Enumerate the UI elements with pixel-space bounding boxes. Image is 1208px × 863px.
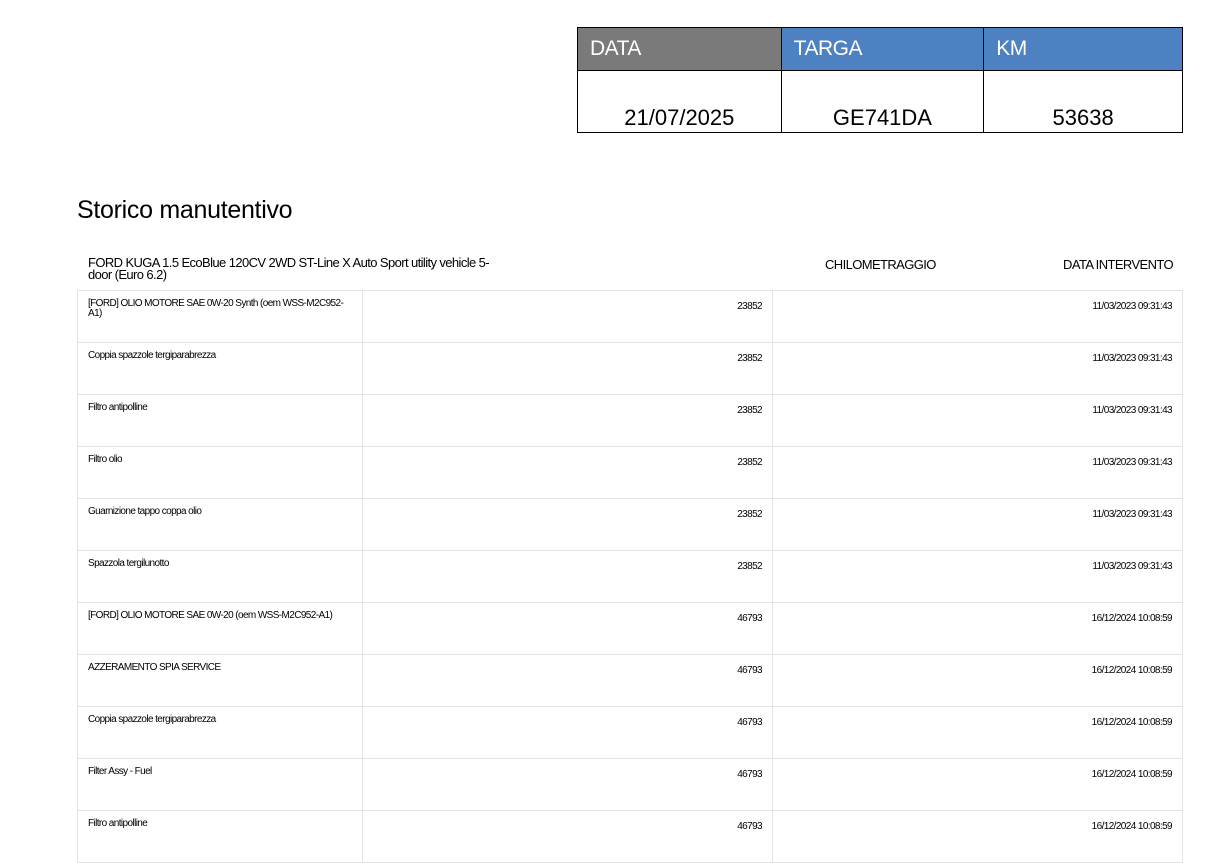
table-row: Coppia spazzole tergiparabrezza 46793 16/1… bbox=[77, 706, 1183, 759]
table-row: Filtro antipolline 23852 11/03/2023 09:31:… bbox=[77, 394, 1183, 447]
table-row: Filtro antipolline 46793 16/12/2024 10:08:… bbox=[77, 810, 1183, 863]
date-value: 21/07/2025 bbox=[577, 70, 782, 133]
km-header: KM bbox=[983, 27, 1183, 71]
vehicle-description: FORD KUGA 1.5 EcoBlue 120CV 2WD ST-Line … bbox=[88, 255, 490, 282]
row-km: 46793 bbox=[362, 602, 773, 655]
plate-value: GE741DA bbox=[780, 70, 985, 133]
row-km: 46793 bbox=[362, 758, 773, 811]
row-date: 16/12/2024 10:08:59 bbox=[772, 602, 1183, 655]
row-km: 23852 bbox=[362, 394, 773, 447]
row-description: Filtro antipolline bbox=[77, 810, 363, 863]
table-row: Filtro olio 23852 11/03/2023 09:31:43 bbox=[77, 446, 1183, 499]
history-header: FORD KUGA 1.5 EcoBlue 120CV 2WD ST-Line … bbox=[77, 255, 1183, 290]
section-title: Storico manutentivo bbox=[77, 196, 293, 224]
row-description: [FORD] OLIO MOTORE SAE 0W-20 Synth (oem … bbox=[77, 290, 363, 343]
row-km: 23852 bbox=[362, 342, 773, 395]
row-km: 23852 bbox=[362, 550, 773, 603]
table-row: Coppia spazzole tergiparabrezza 23852 11/0… bbox=[77, 342, 1183, 395]
table-row: Spazzola tergilunotto 23852 11/03/2023 09:… bbox=[77, 550, 1183, 603]
row-date: 16/12/2024 10:08:59 bbox=[772, 654, 1183, 707]
row-km: 23852 bbox=[362, 498, 773, 551]
row-date: 16/12/2024 10:08:59 bbox=[772, 758, 1183, 811]
history-table: [FORD] OLIO MOTORE SAE 0W-20 Synth (oem … bbox=[77, 290, 1183, 863]
row-description: Coppia spazzole tergiparabrezza bbox=[77, 706, 363, 759]
row-km: 46793 bbox=[362, 706, 773, 759]
summary-table: DATA TARGA KM 21/07/2025 GE741DA 53638 bbox=[577, 27, 1183, 133]
table-row: [FORD] OLIO MOTORE SAE 0W-20 Synth (oem … bbox=[77, 290, 1183, 343]
row-km: 23852 bbox=[362, 446, 773, 499]
table-row: Guarnizione tappo coppa olio 23852 11/03/2… bbox=[77, 498, 1183, 551]
row-description: Spazzola tergilunotto bbox=[77, 550, 363, 603]
row-description: Filter Assy - Fuel bbox=[77, 758, 363, 811]
row-description: Filtro olio bbox=[77, 446, 363, 499]
row-date: 11/03/2023 09:31:43 bbox=[772, 550, 1183, 603]
row-description: [FORD] OLIO MOTORE SAE 0W-20 (oem WSS-M2… bbox=[77, 602, 363, 655]
date-header: DATA bbox=[577, 27, 782, 71]
row-description: AZZERAMENTO SPIA SERVICE bbox=[77, 654, 363, 707]
row-date: 11/03/2023 09:31:43 bbox=[772, 446, 1183, 499]
row-date: 11/03/2023 09:31:43 bbox=[772, 342, 1183, 395]
table-row: AZZERAMENTO SPIA SERVICE 46793 16/12/2024 … bbox=[77, 654, 1183, 707]
table-row: [FORD] OLIO MOTORE SAE 0W-20 (oem WSS-M2… bbox=[77, 602, 1183, 655]
km-column-header: CHILOMETRAGGIO bbox=[825, 257, 936, 272]
row-date: 16/12/2024 10:08:59 bbox=[772, 706, 1183, 759]
row-km: 23852 bbox=[362, 290, 773, 343]
row-date: 11/03/2023 09:31:43 bbox=[772, 394, 1183, 447]
row-km: 46793 bbox=[362, 654, 773, 707]
row-date: 11/03/2023 09:31:43 bbox=[772, 498, 1183, 551]
row-description: Coppia spazzole tergiparabrezza bbox=[77, 342, 363, 395]
row-date: 16/12/2024 10:08:59 bbox=[772, 810, 1183, 863]
row-date: 11/03/2023 09:31:43 bbox=[772, 290, 1183, 343]
summary-header-row: DATA TARGA KM bbox=[577, 27, 1183, 71]
summary-value-row: 21/07/2025 GE741DA 53638 bbox=[577, 70, 1183, 133]
km-value: 53638 bbox=[983, 70, 1183, 133]
row-description: Filtro antipolline bbox=[77, 394, 363, 447]
table-row: Filter Assy - Fuel 46793 16/12/2024 10:08:… bbox=[77, 758, 1183, 811]
row-description: Guarnizione tappo coppa olio bbox=[77, 498, 363, 551]
plate-header: TARGA bbox=[780, 27, 985, 71]
date-column-header: DATA INTERVENTO bbox=[1063, 257, 1174, 272]
row-km: 46793 bbox=[362, 810, 773, 863]
